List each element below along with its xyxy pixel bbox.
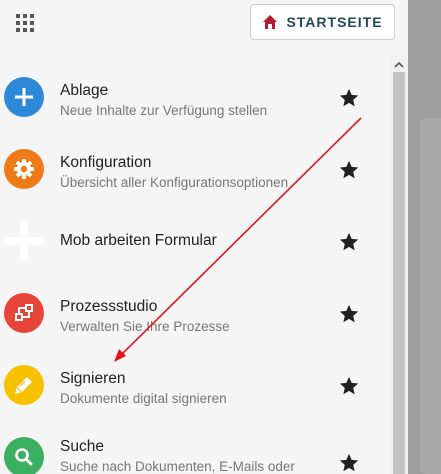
app-item-suche[interactable]: Suche Suche nach Dokumenten, E-Mails ode… (0, 422, 390, 474)
background-app-area (408, 0, 441, 474)
favorite-star-icon[interactable] (338, 159, 360, 181)
app-subtitle: Dokumente digital signieren (60, 391, 227, 406)
app-item-konfiguration[interactable]: Konfiguration Übersicht aller Konfigurat… (0, 134, 390, 204)
home-icon (263, 15, 278, 29)
app-subtitle: Neue Inhalte zur Verfügung stellen (60, 103, 268, 118)
app-list: Ablage Neue Inhalte zur Verfügung stelle… (0, 56, 390, 474)
app-subtitle: Verwalten Sie Ihre Prozesse (60, 319, 230, 334)
app-icon-suche (4, 437, 44, 474)
home-button[interactable]: STARTSEITE (250, 4, 395, 40)
app-icon-konfiguration (4, 149, 44, 189)
favorite-star-icon[interactable] (338, 303, 360, 325)
app-launcher-panel: STARTSEITE Ablage Neue Inhalte zur Verfü… (0, 0, 408, 474)
background-card (420, 118, 441, 474)
app-title: Signieren (60, 370, 126, 387)
favorite-star-icon[interactable] (338, 375, 360, 397)
home-button-label: STARTSEITE (286, 14, 383, 30)
app-title: Ablage (60, 82, 109, 99)
app-icon-mob-arbeiten (4, 221, 44, 261)
gear-icon (14, 159, 34, 179)
search-icon (15, 448, 33, 466)
plus-icon (15, 88, 33, 106)
favorite-star-icon[interactable] (338, 452, 360, 474)
app-item-mob-arbeiten-formular[interactable]: Mob arbeiten Formular (0, 206, 390, 276)
launcher-header: STARTSEITE (0, 0, 408, 56)
app-icon-ablage (4, 77, 44, 117)
app-title: Konfiguration (60, 154, 152, 171)
favorite-star-icon[interactable] (338, 231, 360, 253)
app-item-ablage[interactable]: Ablage Neue Inhalte zur Verfügung stelle… (0, 62, 390, 132)
app-title: Prozessstudio (60, 298, 158, 315)
app-title: Suche (60, 438, 104, 455)
vertical-scrollbar[interactable] (390, 56, 408, 474)
app-icon-signieren (4, 365, 44, 405)
process-icon (15, 304, 33, 321)
app-title: Mob arbeiten Formular (60, 232, 217, 249)
pencil-icon (15, 377, 32, 394)
app-icon-prozessstudio (4, 293, 44, 333)
scroll-up-arrow-icon[interactable] (394, 60, 404, 70)
favorite-star-icon[interactable] (338, 87, 360, 109)
scrollbar-thumb[interactable] (393, 72, 405, 474)
app-item-signieren[interactable]: Signieren Dokumente digital signieren (0, 350, 390, 420)
app-subtitle: Suche nach Dokumenten, E-Mails oder (60, 459, 295, 474)
apps-grid-icon[interactable] (15, 13, 35, 33)
plus-icon (4, 221, 44, 261)
app-item-prozessstudio[interactable]: Prozessstudio Verwalten Sie Ihre Prozess… (0, 278, 390, 348)
app-subtitle: Übersicht aller Konfigurationsoptionen (60, 175, 289, 190)
